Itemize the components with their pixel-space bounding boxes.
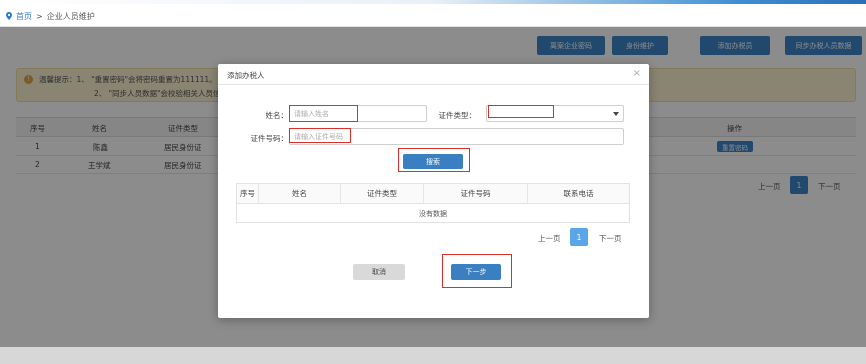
bottom-bar	[0, 347, 866, 364]
breadcrumb-home[interactable]: 首页	[16, 11, 32, 22]
id-type-label: 证件类型：	[438, 111, 477, 120]
add-taxpayer-dialog: 添加办税人 × 姓名： 请输入姓名 证件类型： 证件号码： 请输入证件号码 搜索…	[218, 64, 649, 318]
id-number-input[interactable]: 请输入证件号码	[289, 128, 624, 145]
dialog-title: 添加办税人	[227, 71, 265, 80]
cancel-button[interactable]: 取消	[353, 264, 405, 280]
pager-prev[interactable]: 上一页	[538, 233, 561, 244]
col-no: 序号	[237, 184, 259, 204]
breadcrumb-separator: >	[36, 11, 43, 21]
name-input[interactable]: 请输入姓名	[289, 105, 427, 122]
dialog-header: 添加办税人 ×	[218, 64, 649, 85]
chevron-down-icon	[613, 112, 619, 116]
name-label: 姓名：	[265, 111, 289, 120]
col-id-number: 证件号码	[424, 184, 528, 204]
dialog-results-table: 序号 姓名 证件类型 证件号码 联系电话 没有数据	[236, 183, 630, 223]
col-phone: 联系电话	[528, 184, 629, 204]
col-id-type: 证件类型	[341, 184, 424, 204]
location-pin-icon	[6, 12, 12, 20]
id-type-select[interactable]	[486, 105, 624, 122]
col-name: 姓名	[259, 184, 341, 204]
search-button[interactable]: 搜索	[403, 154, 463, 169]
close-icon[interactable]: ×	[633, 68, 641, 79]
next-step-button[interactable]: 下一步	[451, 264, 501, 280]
breadcrumb: 首页 > 企业人员维护	[6, 9, 95, 23]
id-no-label: 证件号码：	[250, 134, 289, 143]
pager-next[interactable]: 下一页	[599, 233, 622, 244]
empty-state: 没有数据	[419, 209, 447, 218]
pager-current[interactable]: 1	[570, 228, 588, 246]
top-header-strip	[0, 0, 866, 4]
breadcrumb-current: 企业人员维护	[46, 11, 95, 21]
